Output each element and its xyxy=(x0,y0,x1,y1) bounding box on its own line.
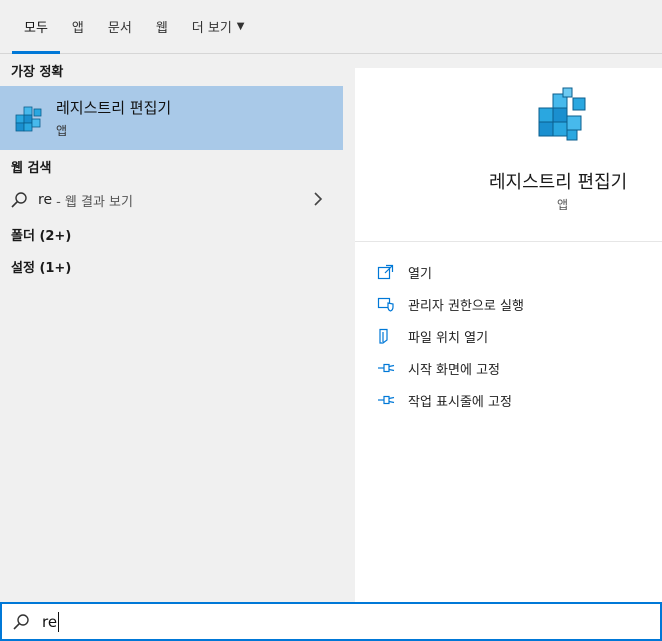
best-match-heading: 가장 정확 xyxy=(11,64,64,80)
web-search-query: re xyxy=(38,192,53,208)
shield-icon xyxy=(377,297,394,312)
action-pin-to-start[interactable]: 시작 화면에 고정 xyxy=(355,352,662,384)
action-open[interactable]: 열기 xyxy=(355,256,662,288)
search-box[interactable]: re xyxy=(0,602,662,641)
action-pin-to-start-label: 시작 화면에 고정 xyxy=(408,362,500,378)
action-open-label: 열기 xyxy=(408,266,432,282)
best-match-result[interactable]: 레지스트리 편집기 앱 xyxy=(0,86,343,150)
chevron-right-icon[interactable] xyxy=(313,191,323,207)
folders-heading[interactable]: 폴더 (2+) xyxy=(0,218,343,250)
action-run-as-admin-label: 관리자 권한으로 실행 xyxy=(408,298,524,314)
tab-all[interactable]: 모두 xyxy=(12,0,60,54)
results-panel: 가장 정확 레지스트리 편집기 앱 웹 검색 re - 웹 결과 보기 폴더 (… xyxy=(0,54,343,602)
file-location-icon xyxy=(379,328,388,344)
tab-apps[interactable]: 앱 xyxy=(60,0,96,53)
pin-icon xyxy=(378,395,395,405)
settings-heading[interactable]: 설정 (1+) xyxy=(0,250,343,282)
tab-more-label: 더 보기 xyxy=(191,21,232,36)
tab-documents-label: 문서 xyxy=(107,21,132,36)
web-search-suffix: - 웹 결과 보기 xyxy=(56,194,133,210)
search-icon xyxy=(11,192,27,208)
search-icon xyxy=(13,613,29,630)
tab-apps-label: 앱 xyxy=(71,21,84,36)
detail-header: 레지스트리 편집기 앱 xyxy=(355,68,662,242)
action-run-as-admin[interactable]: 관리자 권한으로 실행 xyxy=(355,288,662,320)
action-open-file-location-label: 파일 위치 열기 xyxy=(408,330,489,346)
tab-documents[interactable]: 문서 xyxy=(96,0,144,53)
action-list: 열기 관리자 권한으로 실행 파일 위치 열기 시작 화면에 고정 작업 표시줄… xyxy=(355,242,662,416)
web-search-heading: 웹 검색 xyxy=(11,160,52,176)
tab-web[interactable]: 웹 xyxy=(144,0,180,53)
action-pin-to-taskbar[interactable]: 작업 표시줄에 고정 xyxy=(355,384,662,416)
pin-icon xyxy=(378,363,395,373)
open-icon xyxy=(377,264,394,280)
tab-all-label: 모두 xyxy=(24,21,48,36)
text-cursor xyxy=(58,611,60,632)
search-tabs: 모두 앱 문서 웹 더 보기 ▼ xyxy=(0,0,662,54)
registry-editor-icon xyxy=(15,106,42,132)
best-match-title: 레지스트리 편집기 xyxy=(56,99,172,117)
detail-title: 레지스트리 편집기 xyxy=(489,172,628,193)
best-match-subtitle: 앱 xyxy=(56,124,68,138)
action-open-file-location[interactable]: 파일 위치 열기 xyxy=(355,320,662,352)
web-search-result[interactable]: re - 웹 결과 보기 xyxy=(0,182,343,218)
tab-web-label: 웹 xyxy=(155,21,168,36)
search-input[interactable]: re xyxy=(42,613,57,631)
chevron-down-icon: ▼ xyxy=(236,21,245,32)
tab-more[interactable]: 더 보기 ▼ xyxy=(180,0,257,53)
registry-editor-large-icon xyxy=(538,87,586,141)
action-pin-to-taskbar-label: 작업 표시줄에 고정 xyxy=(408,394,512,410)
detail-panel: 레지스트리 편집기 앱 열기 관리자 권한으로 실행 파일 위치 열기 시작 화… xyxy=(355,68,662,602)
detail-kind: 앱 xyxy=(557,198,569,212)
